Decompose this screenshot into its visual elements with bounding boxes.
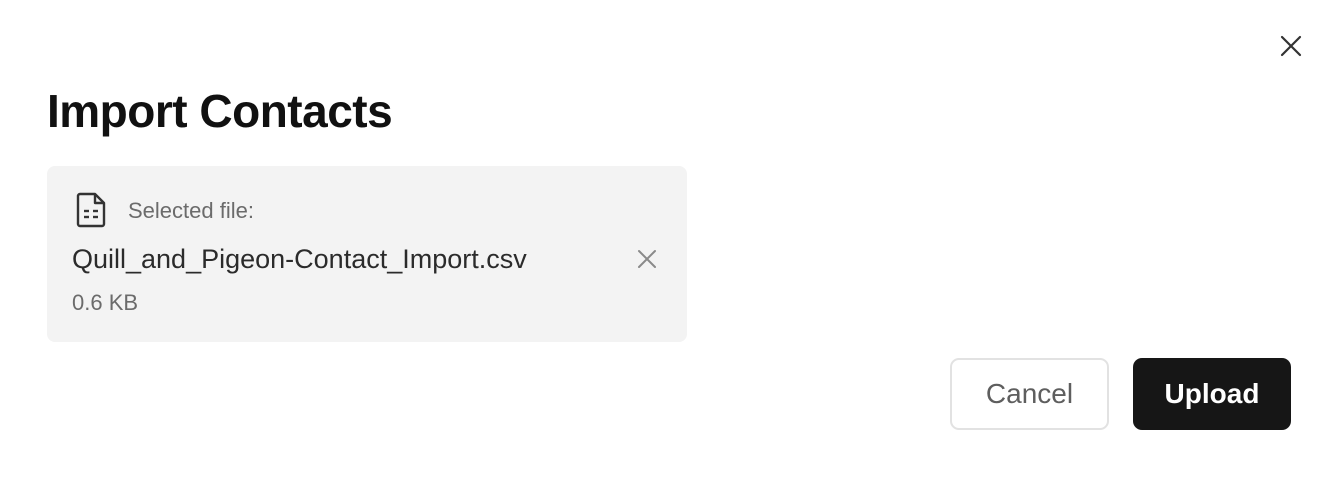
file-spreadsheet-icon [76, 192, 106, 228]
file-size: 0.6 KB [72, 290, 139, 315]
remove-file-button[interactable] [633, 245, 661, 273]
close-icon [1280, 35, 1302, 57]
selected-file-card: Selected file: Quill_and_Pigeon-Contact_… [47, 166, 687, 342]
upload-button[interactable]: Upload [1133, 358, 1291, 430]
import-contacts-dialog: Import Contacts Selected file: Quill_and… [0, 0, 1338, 492]
cancel-button[interactable]: Cancel [950, 358, 1109, 430]
file-name: Quill_and_Pigeon-Contact_Import.csv [72, 244, 527, 274]
dialog-title: Import Contacts [47, 85, 393, 137]
selected-file-label: Selected file: [128, 198, 254, 223]
close-dialog-button[interactable] [1276, 31, 1306, 61]
close-icon [638, 250, 656, 268]
